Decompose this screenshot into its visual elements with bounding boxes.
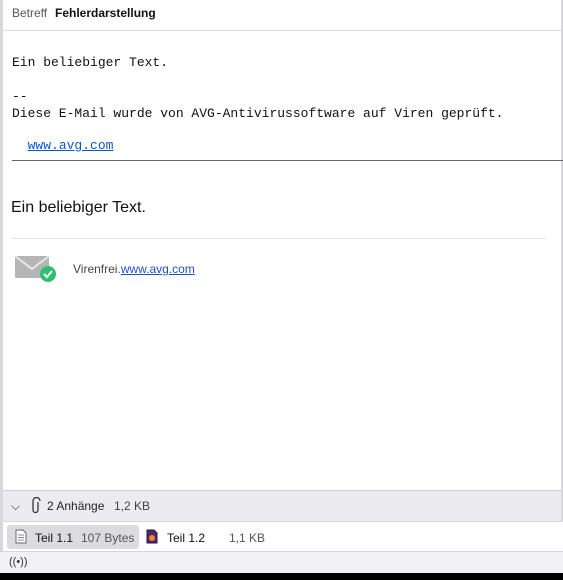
subject-value: Fehlerdarstellung	[55, 6, 156, 20]
signature-link[interactable]: www.avg.com	[28, 138, 114, 153]
status-bar: ((•))	[0, 551, 563, 574]
attachment-item[interactable]: Teil 1.2 1,1 KB	[141, 525, 271, 549]
paperclip-icon	[32, 497, 41, 514]
virus-free-link[interactable]: www.avg.com	[121, 262, 195, 276]
attachment-bar[interactable]: ⌵ 2 Anhänge 1,2 KB	[3, 490, 561, 521]
signature-text: Diese E-Mail wurde von AVG-Antivirussoft…	[12, 106, 504, 121]
attachment-size: 107 Bytes	[81, 531, 135, 545]
virus-free-mail-icon	[14, 255, 56, 282]
message-header: Betreff Fehlerdarstellung	[3, 0, 561, 31]
attachment-name: Teil 1.2	[167, 531, 206, 545]
connection-status-icon[interactable]: ((•))	[9, 556, 28, 568]
part-divider	[12, 160, 563, 161]
virus-free-label: Virenfrei.	[73, 262, 121, 276]
html-file-icon	[146, 529, 158, 544]
html-part-rule	[12, 238, 546, 239]
attachment-size: 1,1 KB	[229, 531, 266, 545]
attachment-item[interactable]: Teil 1.1 107 Bytes	[7, 525, 139, 549]
attachment-name: Teil 1.1	[35, 531, 74, 545]
attachment-list: Teil 1.1 107 Bytes Teil 1.2 1,1 KB	[3, 521, 563, 552]
attachment-total-size: 1,2 KB	[114, 499, 151, 513]
attachment-count: 2 Anhänge	[47, 499, 105, 513]
body-text-line: Ein beliebiger Text.	[12, 55, 169, 70]
chevron-down-icon[interactable]: ⌵	[11, 499, 20, 514]
virus-free-notice: Virenfrei.www.avg.com	[73, 262, 195, 276]
html-part-text: Ein beliebiger Text.	[11, 199, 146, 216]
bottom-edge	[0, 573, 563, 580]
subject-label: Betreff	[12, 6, 48, 20]
signature-separator: --	[12, 89, 28, 104]
text-file-icon	[15, 529, 27, 544]
